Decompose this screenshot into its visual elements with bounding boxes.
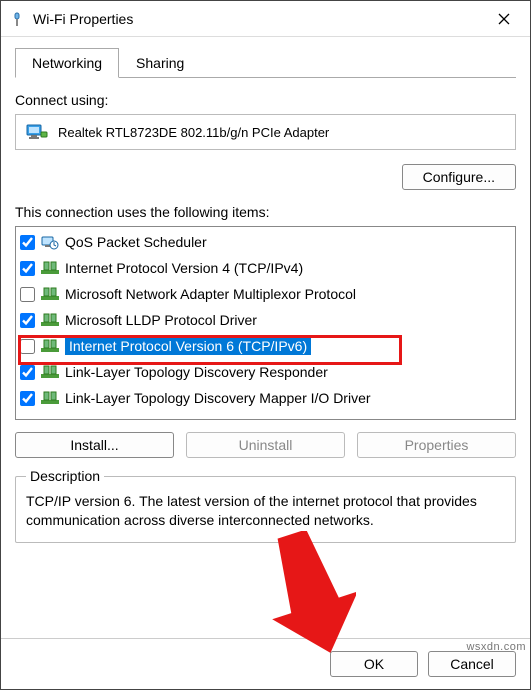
item-checkbox[interactable] xyxy=(20,365,35,380)
item-action-buttons: Install... Uninstall Properties xyxy=(15,432,516,458)
uninstall-button[interactable]: Uninstall xyxy=(186,432,345,458)
protocol-icon xyxy=(41,390,59,406)
item-checkbox[interactable] xyxy=(20,339,35,354)
item-label: Internet Protocol Version 4 (TCP/IPv4) xyxy=(65,260,303,276)
adapter-display[interactable]: Realtek RTL8723DE 802.11b/g/n PCIe Adapt… xyxy=(15,114,516,150)
tab-strip: Networking Sharing xyxy=(15,47,516,78)
item-checkbox[interactable] xyxy=(20,313,35,328)
titlebar: Wi-Fi Properties xyxy=(1,1,530,37)
item-checkbox[interactable] xyxy=(20,391,35,406)
protocol-icon xyxy=(41,234,59,250)
watermark: wsxdn.com xyxy=(466,641,526,653)
item-label: Link-Layer Topology Discovery Responder xyxy=(65,364,328,380)
window-title: Wi-Fi Properties xyxy=(33,11,486,27)
description-text: TCP/IP version 6. The latest version of … xyxy=(26,492,505,530)
protocol-icon xyxy=(41,286,59,302)
adapter-name: Realtek RTL8723DE 802.11b/g/n PCIe Adapt… xyxy=(58,125,329,140)
item-label: Internet Protocol Version 6 (TCP/IPv6) xyxy=(65,337,311,355)
item-label: Microsoft LLDP Protocol Driver xyxy=(65,312,257,328)
protocol-icon xyxy=(41,338,59,354)
cancel-button[interactable]: Cancel xyxy=(428,651,516,677)
network-adapter-icon xyxy=(26,123,48,141)
install-button[interactable]: Install... xyxy=(15,432,174,458)
list-item[interactable]: Link-Layer Topology Discovery Mapper I/O… xyxy=(16,385,515,411)
list-item[interactable]: Internet Protocol Version 4 (TCP/IPv4) xyxy=(16,255,515,281)
item-checkbox[interactable] xyxy=(20,261,35,276)
close-button[interactable] xyxy=(486,1,522,37)
list-item[interactable]: QoS Packet Scheduler xyxy=(16,229,515,255)
connect-using-label: Connect using: xyxy=(15,92,516,108)
list-item[interactable]: Microsoft Network Adapter Multiplexor Pr… xyxy=(16,281,515,307)
protocol-icon xyxy=(41,260,59,276)
description-group: Description TCP/IP version 6. The latest… xyxy=(15,468,516,543)
list-item[interactable]: Microsoft LLDP Protocol Driver xyxy=(16,307,515,333)
dialog-content: Networking Sharing Connect using: Realte… xyxy=(1,37,530,638)
wifi-properties-dialog: Wi-Fi Properties Networking Sharing Conn… xyxy=(0,0,531,690)
connection-items-list[interactable]: QoS Packet Scheduler Internet Protocol Ve… xyxy=(15,226,516,420)
protocol-icon xyxy=(41,364,59,380)
ok-button[interactable]: OK xyxy=(330,651,418,677)
item-label: QoS Packet Scheduler xyxy=(65,234,207,250)
tab-sharing[interactable]: Sharing xyxy=(119,48,201,78)
list-item[interactable]: Link-Layer Topology Discovery Responder xyxy=(16,359,515,385)
items-label: This connection uses the following items… xyxy=(15,204,516,220)
item-checkbox[interactable] xyxy=(20,235,35,250)
tab-networking[interactable]: Networking xyxy=(15,48,119,78)
item-label: Microsoft Network Adapter Multiplexor Pr… xyxy=(65,286,356,302)
configure-button[interactable]: Configure... xyxy=(402,164,516,190)
properties-button[interactable]: Properties xyxy=(357,432,516,458)
dialog-footer: OK Cancel xyxy=(1,638,530,689)
list-item[interactable]: Internet Protocol Version 6 (TCP/IPv6) xyxy=(16,333,515,359)
wifi-icon xyxy=(9,11,25,27)
item-checkbox[interactable] xyxy=(20,287,35,302)
protocol-icon xyxy=(41,312,59,328)
item-label: Link-Layer Topology Discovery Mapper I/O… xyxy=(65,390,371,406)
description-legend: Description xyxy=(26,468,104,484)
